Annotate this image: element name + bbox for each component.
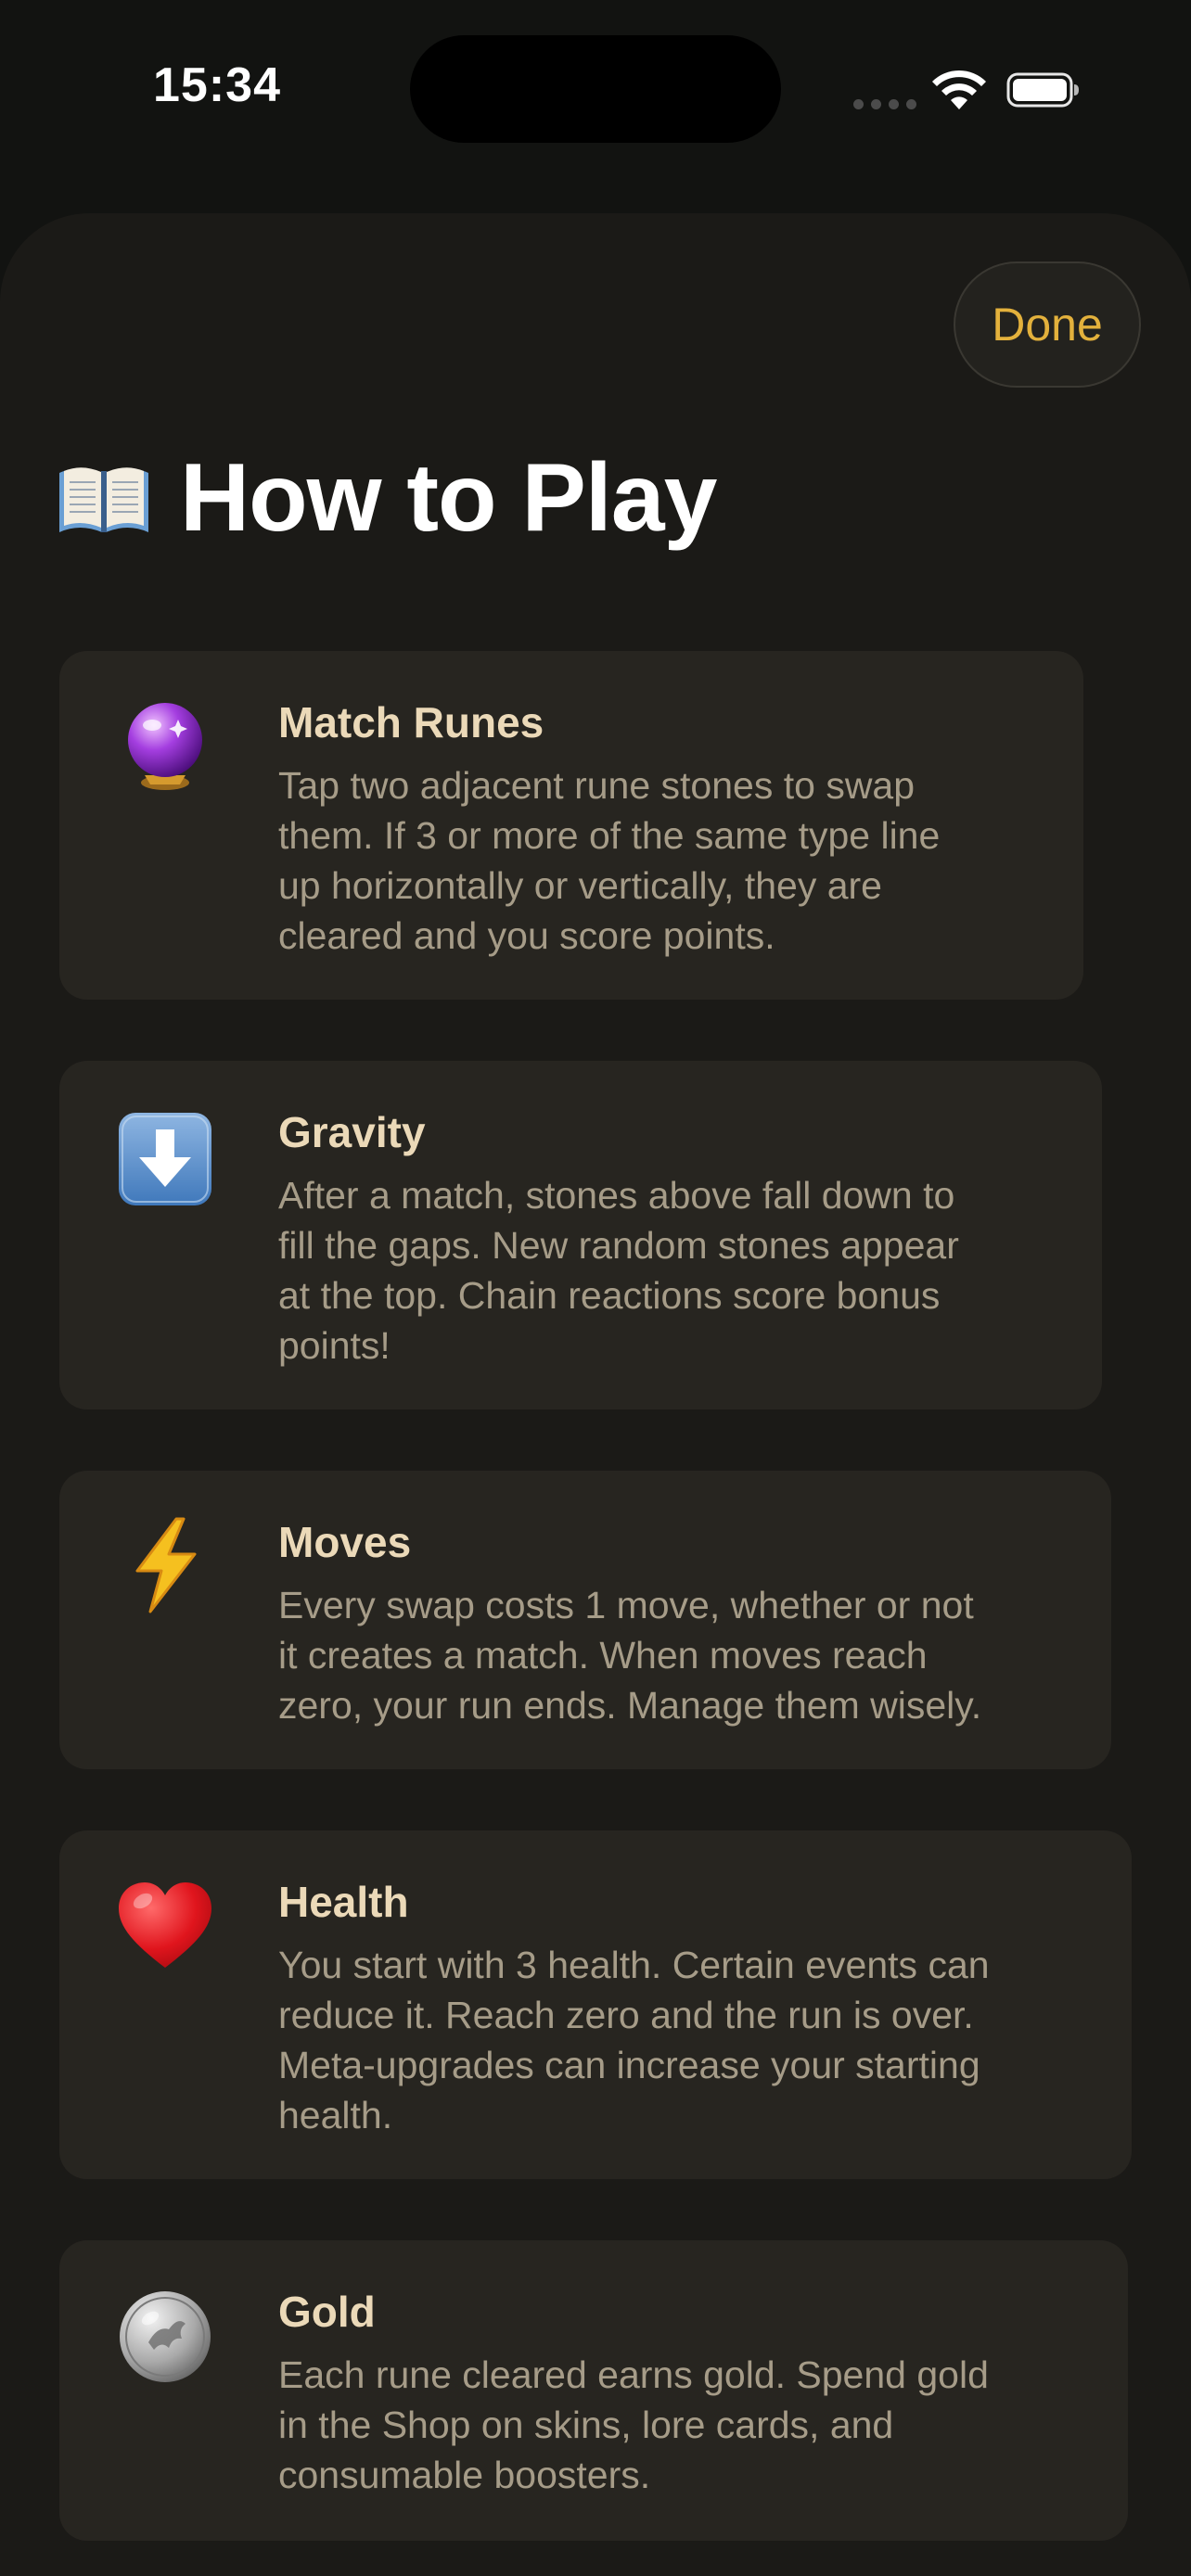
crystal-ball-icon [128, 703, 202, 790]
dynamic-island [410, 35, 781, 143]
rule-card-title: Gold [278, 2288, 376, 2336]
rule-card-title: Match Runes [278, 698, 544, 746]
rule-card-description: After a match, stones above fall down to… [278, 1174, 959, 1367]
rule-card-description: Each rune cleared earns gold. Spend gold… [278, 2353, 989, 2496]
rule-card-title: Health [278, 1878, 409, 1926]
rule-card-match-runes: Match Runes Tap two adjacent rune stones… [59, 651, 1083, 1000]
done-button[interactable]: Done [954, 261, 1141, 388]
coin-icon [120, 2291, 211, 2382]
rule-card-description: Every swap costs 1 move, whether or not … [278, 1584, 982, 1727]
page-title-row: How to Play [56, 443, 717, 554]
rule-card-gold: Gold Each rune cleared earns gold. Spend… [59, 2240, 1128, 2541]
rule-card-health: Health You start with 3 health. Certain … [59, 1830, 1132, 2179]
rule-card-description: Tap two adjacent rune stones to swap the… [278, 764, 941, 957]
rule-card-moves: Moves Every swap costs 1 move, whether o… [59, 1471, 1111, 1769]
page-title: How to Play [180, 444, 717, 552]
status-time: 15:34 [153, 58, 281, 112]
rule-card-gravity: Gravity After a match, stones above fall… [59, 1061, 1102, 1409]
battery-icon [1006, 72, 1079, 108]
rule-card-title: Gravity [278, 1108, 426, 1156]
rule-card-description: You start with 3 health. Certain events … [278, 1944, 990, 2136]
down-arrow-icon [119, 1113, 211, 1205]
cellular-signal-icon [853, 99, 916, 109]
rule-card-title: Moves [278, 1518, 412, 1566]
wifi-icon [932, 70, 986, 109]
open-book-icon [59, 466, 148, 532]
lightning-icon [135, 1517, 197, 1613]
heart-icon [119, 1882, 211, 1968]
app-screen: 15:34 Done How to Play Match Runes Tap t… [0, 0, 1191, 2576]
